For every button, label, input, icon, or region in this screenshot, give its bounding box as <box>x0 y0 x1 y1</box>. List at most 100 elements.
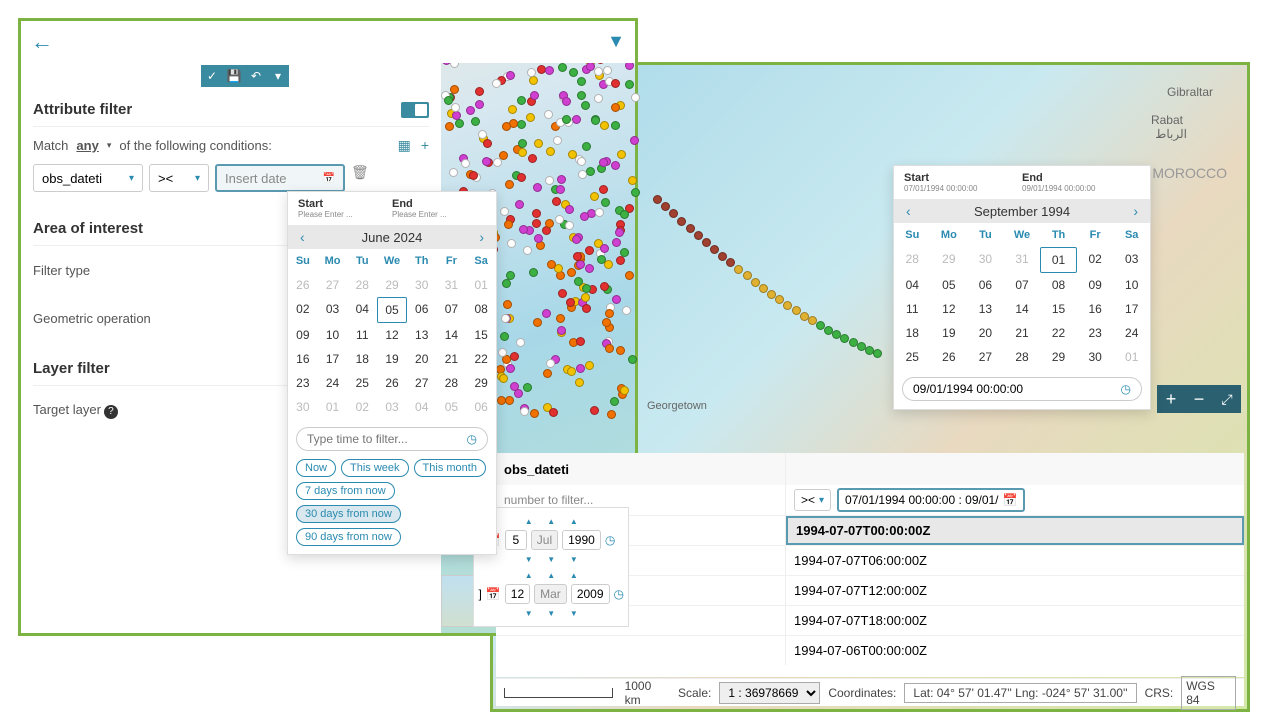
cal-day[interactable]: 19 <box>931 321 968 345</box>
cal-day[interactable]: 26 <box>377 371 407 395</box>
operator-select[interactable]: >< ▾ <box>149 164 209 192</box>
cal-day[interactable]: 25 <box>894 345 931 369</box>
cal-day[interactable]: 27 <box>318 273 348 297</box>
cal-day[interactable]: 15 <box>466 323 496 347</box>
cal-day[interactable]: 28 <box>1004 345 1041 369</box>
table-row[interactable]: 1994-07-06T00:00:00Z <box>496 635 1244 665</box>
start-year[interactable]: 1990 <box>562 530 601 550</box>
cal-day[interactable]: 26 <box>288 273 318 297</box>
cal-day[interactable]: 12 <box>377 323 407 347</box>
end-day[interactable]: 12 <box>505 584 530 604</box>
cal-month-title[interactable]: June 2024 <box>362 230 423 245</box>
cal-day[interactable]: 11 <box>894 297 931 321</box>
cal-day[interactable]: 03 <box>1113 247 1150 273</box>
cal-day[interactable]: 29 <box>377 273 407 297</box>
date-input[interactable]: Insert date 📅 <box>215 164 345 192</box>
cal-day[interactable]: 29 <box>931 247 968 273</box>
date-range-input[interactable]: 07/01/1994 00:00:00 : 09/01/ 📅 <box>837 488 1025 512</box>
cal-day[interactable]: 01 <box>1113 345 1150 369</box>
cal-day[interactable]: 02 <box>288 297 318 323</box>
delete-condition-button[interactable]: 🗑 <box>351 164 369 192</box>
start-day[interactable]: 5 <box>505 530 527 550</box>
cal-day[interactable]: 04 <box>407 395 437 419</box>
cal-time-input[interactable] <box>307 432 467 446</box>
end-month[interactable]: Mar <box>534 584 567 604</box>
cal-day[interactable]: 12 <box>931 297 968 321</box>
end-year[interactable]: 2009 <box>571 584 610 604</box>
cal-time-input[interactable] <box>913 382 1121 396</box>
cal-day[interactable]: 24 <box>1113 321 1150 345</box>
cal-day[interactable]: 20 <box>407 347 437 371</box>
cal-day[interactable]: 28 <box>437 371 467 395</box>
cal-day[interactable]: 24 <box>318 371 348 395</box>
cal-day[interactable]: 09 <box>1077 273 1114 297</box>
cal-day[interactable]: 02 <box>1077 247 1114 273</box>
cal-day[interactable]: 25 <box>347 371 377 395</box>
cal-day[interactable]: 27 <box>967 345 1004 369</box>
cal-day[interactable]: 30 <box>1077 345 1114 369</box>
cal-day[interactable]: 28 <box>894 247 931 273</box>
cal-day[interactable]: 23 <box>1077 321 1114 345</box>
cal-day[interactable]: 10 <box>318 323 348 347</box>
cal-day[interactable]: 04 <box>347 297 377 323</box>
cal-day[interactable]: 19 <box>377 347 407 371</box>
cal-day[interactable]: 17 <box>318 347 348 371</box>
apply-button[interactable]: ✓ <box>201 65 223 87</box>
reset-button[interactable]: ↶ <box>245 65 267 87</box>
help-icon[interactable]: ? <box>104 405 118 419</box>
field-select[interactable]: obs_dateti ▾ <box>33 164 143 192</box>
cal-day[interactable]: 18 <box>347 347 377 371</box>
preset-chip[interactable]: This week <box>341 459 409 477</box>
copy-button[interactable]: ▦ <box>398 137 411 154</box>
cal-day[interactable]: 03 <box>377 395 407 419</box>
cal-day[interactable]: 31 <box>437 273 467 297</box>
cal-day[interactable]: 07 <box>1004 273 1041 297</box>
clock-icon[interactable]: ◷ <box>467 432 477 446</box>
cal-day[interactable]: 22 <box>1040 321 1077 345</box>
preset-chip[interactable]: Now <box>296 459 336 477</box>
zoom-in-button[interactable]: + <box>1157 385 1185 413</box>
cal-day[interactable]: 26 <box>931 345 968 369</box>
cal-day[interactable]: 20 <box>967 321 1004 345</box>
match-mode-select[interactable]: any <box>76 138 98 153</box>
cal-day[interactable]: 21 <box>437 347 467 371</box>
cal-day[interactable]: 01 <box>1040 247 1077 273</box>
operator-select[interactable]: >< ▾ <box>794 489 831 511</box>
cal-day[interactable]: 14 <box>437 323 467 347</box>
clock-icon[interactable]: ◷ <box>1121 382 1131 396</box>
filter-button[interactable]: ▾ <box>267 65 289 87</box>
cal-day[interactable]: 08 <box>1040 273 1077 297</box>
preset-chip[interactable]: This month <box>414 459 486 477</box>
save-button[interactable]: 💾 <box>223 65 245 87</box>
clock-icon[interactable]: ◷ <box>614 587 624 601</box>
cal-day[interactable]: 30 <box>407 273 437 297</box>
cal-day[interactable]: 06 <box>407 297 437 323</box>
cal-day[interactable]: 10 <box>1113 273 1150 297</box>
cal-day[interactable]: 08 <box>466 297 496 323</box>
cal-day[interactable]: 13 <box>407 323 437 347</box>
cal-day[interactable]: 13 <box>967 297 1004 321</box>
filter-toggle-icon[interactable]: ▼ <box>607 31 625 52</box>
cal-day[interactable]: 30 <box>288 395 318 419</box>
cal-day[interactable]: 07 <box>437 297 467 323</box>
cal-day[interactable]: 01 <box>318 395 348 419</box>
cal-day[interactable]: 06 <box>967 273 1004 297</box>
cal-month-title[interactable]: September 1994 <box>974 204 1070 219</box>
attribute-filter-toggle[interactable] <box>401 102 429 118</box>
cal-day[interactable]: 29 <box>466 371 496 395</box>
prev-month-button[interactable]: ‹ <box>902 203 915 219</box>
cal-day[interactable]: 31 <box>1004 247 1041 273</box>
preset-chip[interactable]: 90 days from now <box>296 528 401 546</box>
cal-day[interactable]: 17 <box>1113 297 1150 321</box>
cal-day[interactable]: 03 <box>318 297 348 323</box>
expand-button[interactable]: ⤢ <box>1213 385 1241 413</box>
cal-day[interactable]: 21 <box>1004 321 1041 345</box>
cal-day[interactable]: 06 <box>466 395 496 419</box>
cal-day[interactable]: 28 <box>347 273 377 297</box>
add-condition-button[interactable]: + <box>421 137 429 154</box>
cal-day[interactable]: 05 <box>437 395 467 419</box>
clock-icon[interactable]: ◷ <box>605 533 615 547</box>
scale-select[interactable]: 1 : 36978669 <box>719 682 820 704</box>
zoom-out-button[interactable]: − <box>1185 385 1213 413</box>
cal-day[interactable]: 18 <box>894 321 931 345</box>
